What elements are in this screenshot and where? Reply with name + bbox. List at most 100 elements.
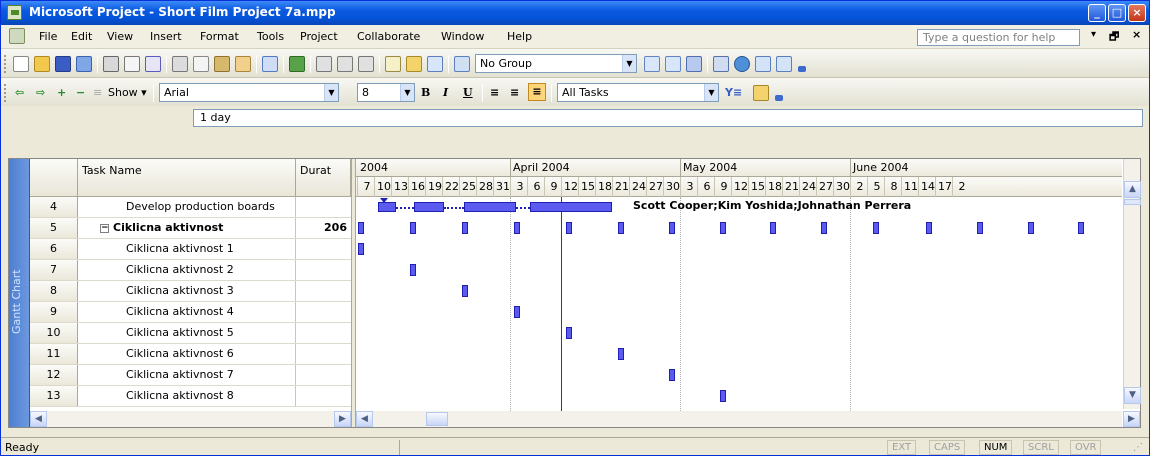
new-file-icon[interactable] xyxy=(13,56,29,72)
occurrence-bar[interactable] xyxy=(618,348,624,360)
menu-collaborate[interactable]: Collaborate xyxy=(357,30,420,43)
document-icon[interactable] xyxy=(9,28,25,44)
duration-cell[interactable] xyxy=(296,302,351,322)
occurrence-bar[interactable] xyxy=(358,243,364,255)
view-bar[interactable]: Gantt Chart xyxy=(9,159,30,427)
zoom-out-icon[interactable] xyxy=(665,56,681,72)
insert-hyperlink-icon[interactable] xyxy=(289,56,305,72)
entry-field[interactable]: 1 day xyxy=(193,109,1143,127)
table-row[interactable]: 6 Ciklicna aktivnost 1 xyxy=(30,239,351,260)
duration-header[interactable]: Durat xyxy=(296,159,351,197)
table-row[interactable]: 10 Ciklicna aktivnost 5 xyxy=(30,323,351,344)
spelling-icon[interactable] xyxy=(145,56,161,72)
recurring-summary-bar[interactable] xyxy=(1028,222,1034,234)
recurring-summary-bar[interactable] xyxy=(669,222,675,234)
collaborate-icon[interactable] xyxy=(776,56,792,72)
row-id[interactable]: 7 xyxy=(30,260,78,280)
menu-format[interactable]: Format xyxy=(200,30,239,43)
occurrence-bar[interactable] xyxy=(566,327,572,339)
collapse-icon[interactable]: − xyxy=(100,223,109,233)
scroll-down-button[interactable]: ▼ xyxy=(1124,387,1141,404)
copy-picture-icon[interactable] xyxy=(713,56,729,72)
task-name-header[interactable]: Task Name xyxy=(78,159,296,197)
row-id[interactable]: 5 xyxy=(30,218,78,238)
task-notes-icon[interactable] xyxy=(406,56,422,72)
scroll-to-task-icon[interactable] xyxy=(686,56,702,72)
table-row[interactable]: 4 Develop production boards xyxy=(30,197,351,218)
toolbar-gripper[interactable] xyxy=(4,84,7,102)
task-name-cell[interactable]: Ciklicna aktivnost 2 xyxy=(78,260,296,280)
align-right-icon[interactable]: ≡ xyxy=(528,83,546,101)
occurrence-bar[interactable] xyxy=(410,264,416,276)
scroll-up-button[interactable]: ▲ xyxy=(1124,181,1141,198)
italic-icon[interactable]: I xyxy=(443,86,448,99)
link-tasks-icon[interactable] xyxy=(316,56,332,72)
menu-view[interactable]: View xyxy=(107,30,133,43)
gantt-scroll-left-button[interactable]: ◀ xyxy=(356,411,373,427)
help-icon[interactable] xyxy=(734,56,750,72)
row-id[interactable]: 8 xyxy=(30,281,78,301)
undo-icon[interactable] xyxy=(262,56,278,72)
recurring-summary-bar[interactable] xyxy=(410,222,416,234)
recurring-summary-bar[interactable] xyxy=(720,222,726,234)
chevron-down-icon[interactable]: ▼ xyxy=(400,84,414,101)
copy-icon[interactable] xyxy=(193,56,209,72)
task-name-cell[interactable]: Ciklicna aktivnost 3 xyxy=(78,281,296,301)
scroll-left-button[interactable]: ◀ xyxy=(30,411,47,427)
toolbar-options-icon[interactable] xyxy=(798,66,806,72)
recurring-summary-bar[interactable] xyxy=(770,222,776,234)
menu-project[interactable]: Project xyxy=(300,30,338,43)
unlink-tasks-icon[interactable] xyxy=(337,56,353,72)
toolbar-gripper[interactable] xyxy=(4,55,7,73)
duration-cell[interactable] xyxy=(296,239,351,259)
print-icon[interactable] xyxy=(103,56,119,72)
filter-select[interactable]: All Tasks ▼ xyxy=(557,83,719,102)
print-preview-icon[interactable] xyxy=(124,56,140,72)
align-center-icon[interactable]: ≡ xyxy=(510,86,519,99)
recurring-summary-bar[interactable] xyxy=(926,222,932,234)
table-row[interactable]: 8 Ciklicna aktivnost 3 xyxy=(30,281,351,302)
recurring-summary-bar[interactable] xyxy=(514,222,520,234)
open-folder-icon[interactable] xyxy=(34,56,50,72)
table-row[interactable]: 7 Ciklicna aktivnost 2 xyxy=(30,260,351,281)
restore-doc-icon[interactable]: 🗗 xyxy=(1109,28,1119,47)
task-bar[interactable] xyxy=(464,202,516,212)
publish-icon[interactable] xyxy=(76,56,92,72)
occurrence-bar[interactable] xyxy=(720,390,726,402)
close-button[interactable]: × xyxy=(1128,4,1146,22)
row-id[interactable]: 10 xyxy=(30,323,78,343)
occurrence-bar[interactable] xyxy=(669,369,675,381)
format-painter-icon[interactable] xyxy=(235,56,251,72)
split-task-icon[interactable] xyxy=(358,56,374,72)
cut-icon[interactable] xyxy=(172,56,188,72)
duration-cell[interactable] xyxy=(296,323,351,343)
table-row[interactable]: 5− Ciklicna aktivnost 206 xyxy=(30,218,351,239)
bold-icon[interactable]: B xyxy=(421,86,430,99)
row-id[interactable]: 9 xyxy=(30,302,78,322)
gantt-hscroll-track[interactable] xyxy=(373,411,1122,427)
save-icon[interactable] xyxy=(55,56,71,72)
task-bar[interactable] xyxy=(530,202,612,212)
zoom-in-icon[interactable] xyxy=(644,56,660,72)
task-name-cell[interactable]: Ciklicna aktivnost 8 xyxy=(78,386,296,406)
task-bar[interactable] xyxy=(378,202,396,212)
assign-resources-icon[interactable] xyxy=(427,56,443,72)
menu-tools[interactable]: Tools xyxy=(257,30,284,43)
table-row[interactable]: 9 Ciklicna aktivnost 4 xyxy=(30,302,351,323)
task-name-cell[interactable]: − Ciklicna aktivnost xyxy=(78,218,296,238)
minimize-button[interactable]: _ xyxy=(1088,4,1106,22)
outdent-icon[interactable]: ⇦ xyxy=(15,86,24,99)
duration-cell[interactable] xyxy=(296,386,351,406)
duration-cell[interactable] xyxy=(296,344,351,364)
menu-window[interactable]: Window xyxy=(441,30,484,43)
chevron-down-icon[interactable]: ▼ xyxy=(704,84,718,101)
recurring-summary-bar[interactable] xyxy=(1078,222,1084,234)
table-hscroll-track[interactable] xyxy=(47,411,334,427)
menu-help[interactable]: Help xyxy=(507,30,532,43)
chevron-down-icon[interactable]: ▼ xyxy=(324,84,338,101)
row-id[interactable]: 6 xyxy=(30,239,78,259)
gantt-scroll-right-button[interactable]: ▶ xyxy=(1123,411,1140,427)
help-dropdown-icon[interactable]: ▾ xyxy=(1091,29,1096,40)
chevron-down-icon[interactable]: ▼ xyxy=(622,55,636,72)
underline-icon[interactable]: U xyxy=(463,86,473,99)
